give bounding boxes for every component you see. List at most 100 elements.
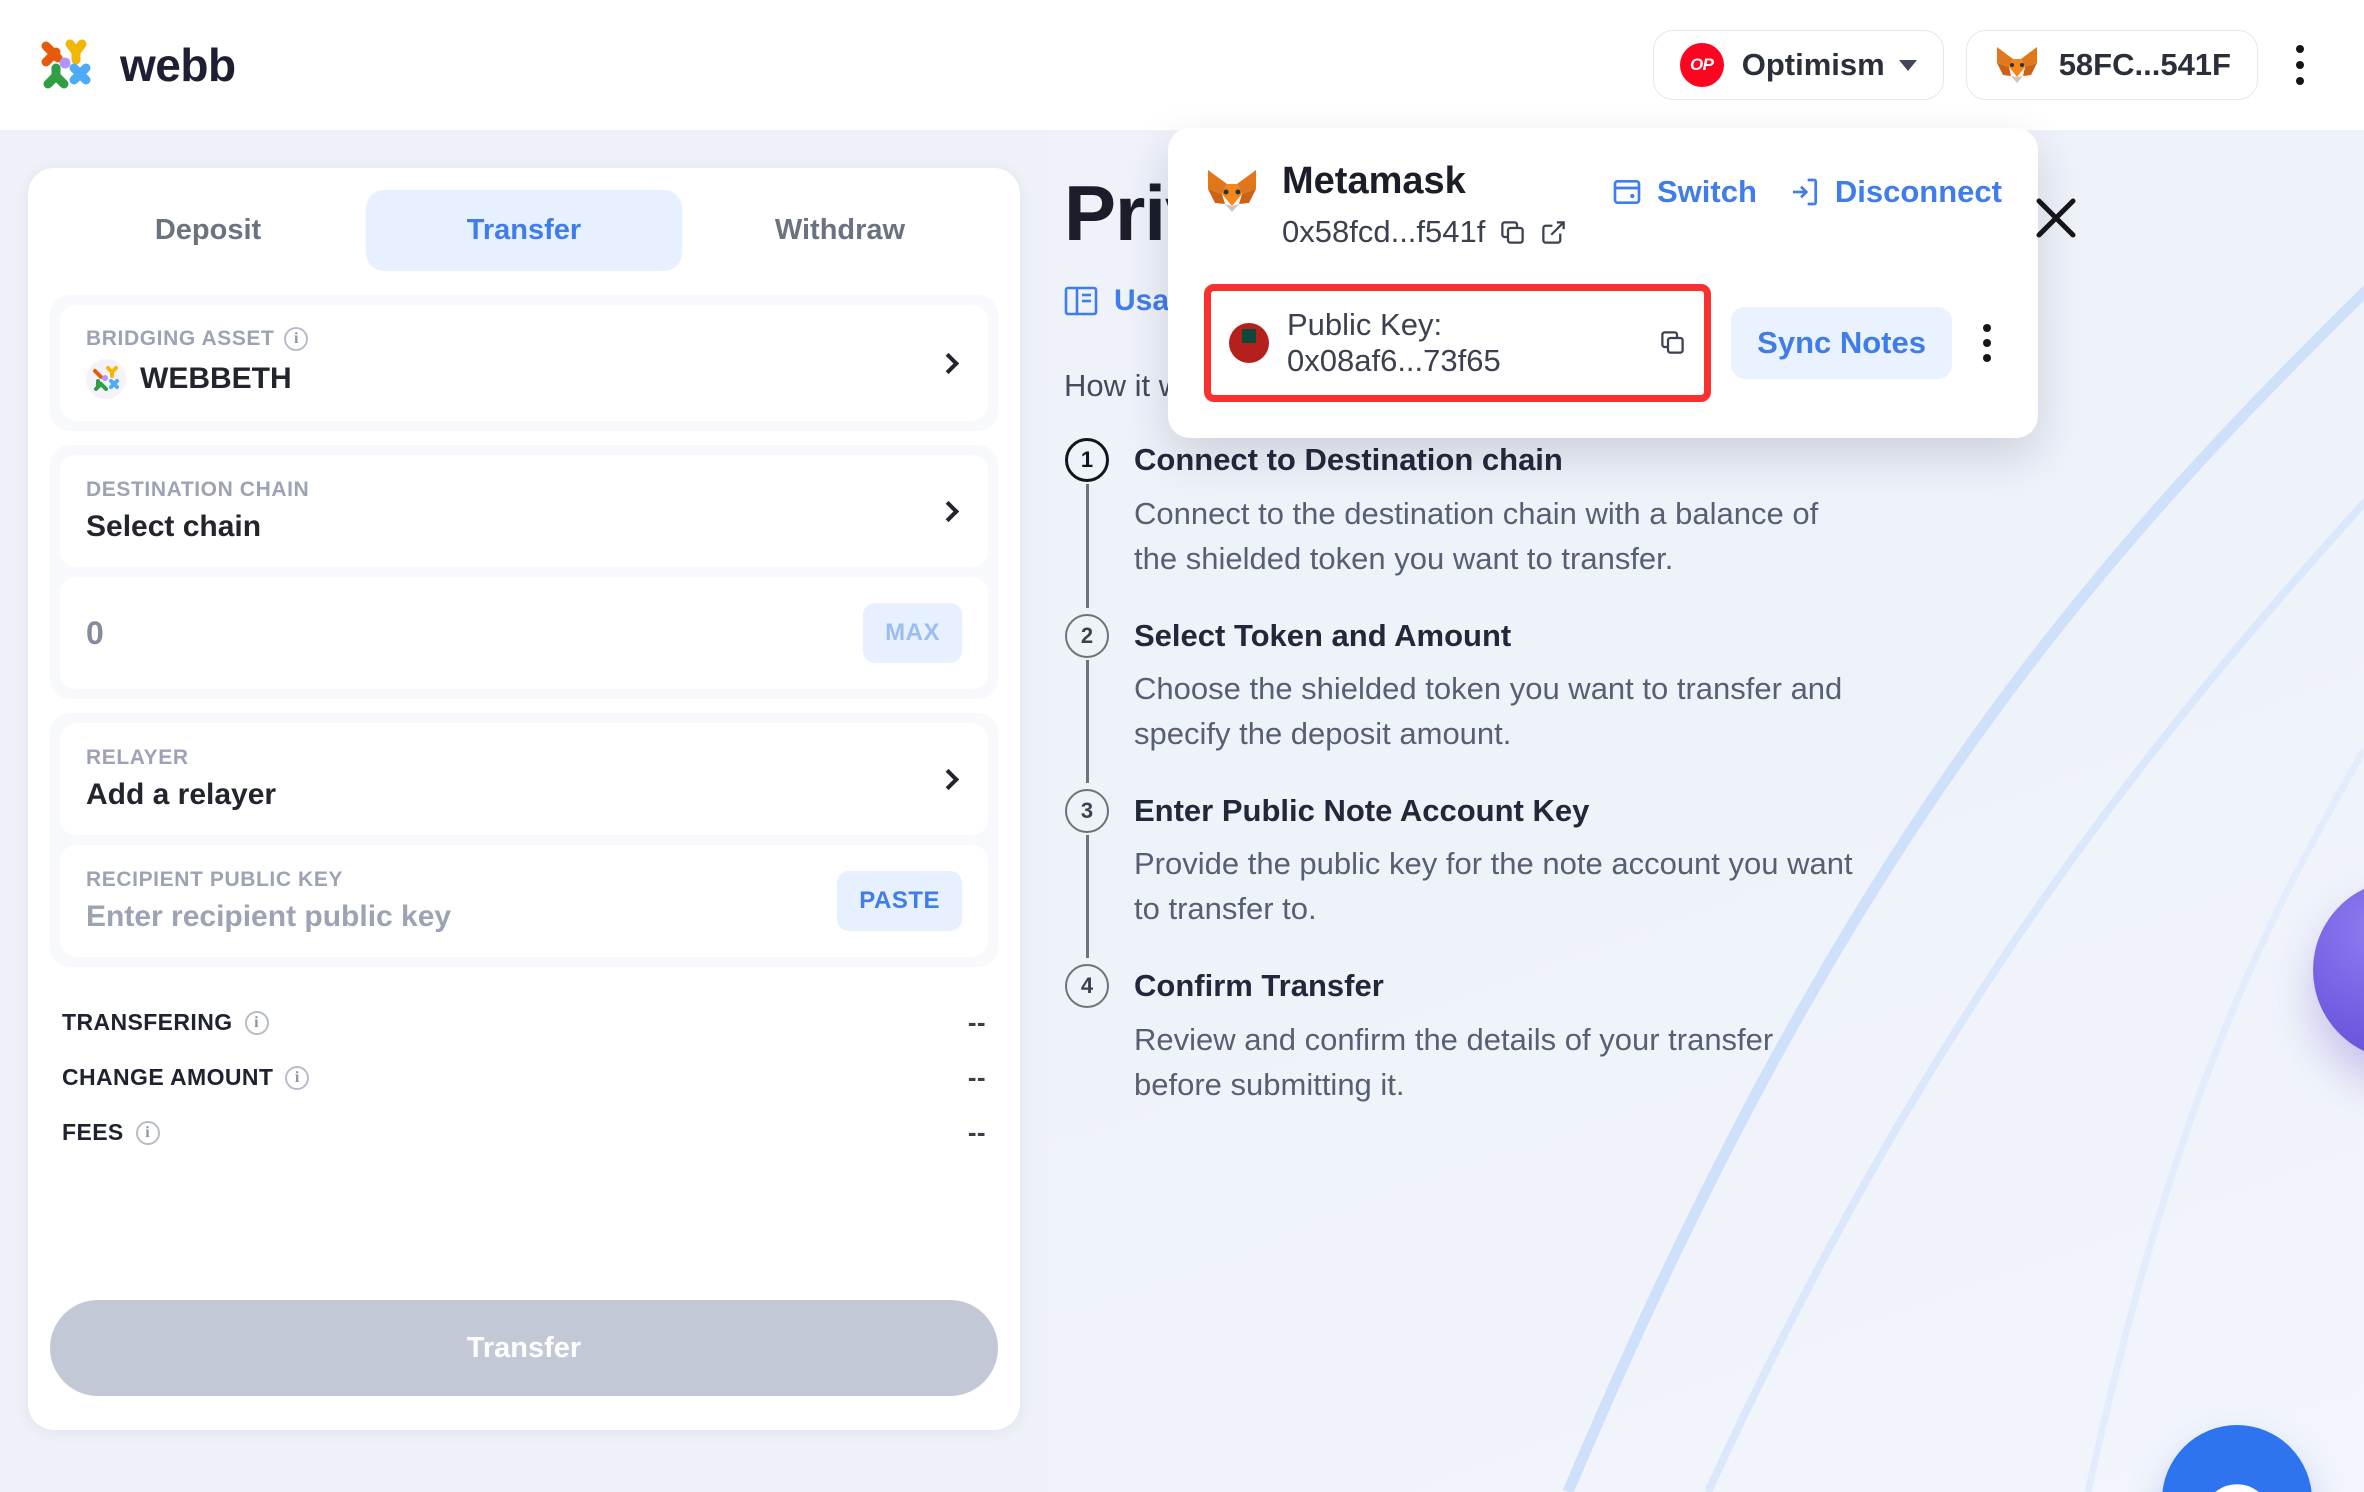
summary-value: --	[967, 1062, 986, 1092]
step-desc: Connect to the destination chain with a …	[1134, 495, 1819, 576]
wallet-button[interactable]: 58FC...541F	[1965, 30, 2258, 100]
summary-label: CHANGE AMOUNT	[62, 1064, 274, 1090]
info-icon[interactable]: i	[244, 1010, 269, 1035]
header-actions: OP Optimism 58FC...541F	[1652, 30, 2320, 100]
summary-label: FEES	[62, 1119, 124, 1145]
step-rail: 4	[1064, 964, 1110, 1133]
wallet-dropdown-header: Metamask 0x58fcd...f541f Switch Disconne…	[1204, 160, 2002, 250]
blue-coin-icon	[2162, 1425, 2312, 1492]
destination-chain-value: Select chain	[86, 510, 262, 543]
switch-label: Switch	[1656, 174, 1757, 209]
wallet-dropdown-actions: Switch Disconnect	[1611, 162, 2002, 210]
wallet-switch-icon	[1611, 176, 1643, 208]
amount-field[interactable]: 0 MAX	[60, 577, 988, 689]
webb-token-icon	[86, 359, 126, 399]
summary-value: --	[967, 1007, 986, 1037]
webb-logo-icon	[34, 32, 100, 98]
sync-notes-button[interactable]: Sync Notes	[1731, 306, 1952, 379]
summary-row-change-amount: CHANGE AMOUNT i --	[62, 1050, 986, 1105]
step-title: Select Token and Amount	[1134, 617, 1512, 653]
wallet-address-label: 58FC...541F	[2058, 47, 2231, 82]
brand[interactable]: webb	[34, 32, 236, 98]
public-key-row: Public Key: 0x08af6...73f65 Sync Notes	[1204, 283, 2002, 402]
wallet-dropdown: Metamask 0x58fcd...f541f Switch Disconne…	[1168, 128, 2038, 438]
network-label: Optimism	[1741, 47, 1885, 82]
tab-withdraw[interactable]: Withdraw	[682, 190, 998, 271]
switch-wallet-button[interactable]: Switch	[1611, 174, 1757, 210]
step-desc: Choose the shielded token you want to tr…	[1134, 671, 1843, 752]
wallet-address-row: 0x58fcd...f541f	[1282, 214, 1567, 250]
amount-input[interactable]: 0	[86, 615, 104, 652]
disconnect-button[interactable]: Disconnect	[1789, 174, 2002, 210]
chevron-right-icon	[937, 352, 960, 374]
bridge-panel: Deposit Transfer Withdraw BRIDGING ASSET…	[0, 130, 1048, 1492]
chevron-right-icon	[937, 768, 960, 790]
relayer-recipient-group: RELAYER Add a relayer RECIPIENT PUBLIC K…	[50, 713, 998, 967]
step-item: 4 Confirm Transfer Review and confirm th…	[1064, 964, 1864, 1139]
app-root: webb OP Optimism 58FC...541F Deposit Tra…	[0, 0, 2364, 1492]
disconnect-label: Disconnect	[1834, 174, 2002, 209]
kebab-menu-icon[interactable]	[2280, 30, 2320, 100]
recipient-label: RECIPIENT PUBLIC KEY	[86, 868, 344, 891]
copy-icon[interactable]	[1499, 218, 1526, 245]
step-connector	[1085, 484, 1089, 608]
relayer-label: RELAYER	[86, 746, 189, 769]
wallet-address: 0x58fcd...f541f	[1282, 213, 1486, 249]
network-selector[interactable]: OP Optimism	[1652, 30, 1944, 100]
step-desc: Provide the public key for the note acco…	[1134, 846, 1853, 927]
paste-button[interactable]: PASTE	[837, 871, 962, 931]
summary-value: --	[967, 1117, 986, 1147]
destination-amount-group: DESTINATION CHAIN Select chain 0 MAX	[50, 445, 998, 699]
transfer-summary: TRANSFERING i -- CHANGE AMOUNT i -- FEES…	[50, 981, 998, 1160]
summary-row-fees: FEES i --	[62, 1105, 986, 1160]
chevron-right-icon	[937, 500, 960, 522]
bridging-asset-group: BRIDGING ASSET i WEBBETH	[50, 295, 998, 431]
step-number: 2	[1065, 613, 1109, 658]
step-number: 1	[1065, 438, 1109, 483]
bridging-asset-field[interactable]: BRIDGING ASSET i WEBBETH	[60, 305, 988, 421]
relayer-field[interactable]: RELAYER Add a relayer	[60, 723, 988, 835]
public-key-highlight-box[interactable]: Public Key: 0x08af6...73f65	[1204, 283, 1712, 402]
step-item: 2 Select Token and Amount Choose the shi…	[1064, 613, 1864, 789]
how-it-works-steps: 1 Connect to Destination chain Connect t…	[1064, 438, 1864, 1139]
bridge-card: Deposit Transfer Withdraw BRIDGING ASSET…	[28, 168, 1020, 1430]
step-item: 3 Enter Public Note Account Key Provide …	[1064, 789, 1864, 964]
info-icon[interactable]: i	[284, 327, 309, 351]
bridging-asset-value: WEBBETH	[140, 362, 292, 395]
identicon-avatar	[1229, 322, 1269, 363]
summary-row-transfering: TRANSFERING i --	[62, 995, 986, 1050]
recipient-input[interactable]: Enter recipient public key	[86, 900, 451, 934]
tab-transfer[interactable]: Transfer	[366, 190, 682, 271]
step-number: 4	[1065, 964, 1109, 1009]
brand-name: webb	[120, 39, 236, 91]
step-rail: 2	[1064, 613, 1110, 783]
copy-icon[interactable]	[1659, 329, 1686, 356]
step-title: Enter Public Note Account Key	[1134, 793, 1590, 828]
optimism-badge-icon: OP	[1679, 43, 1724, 87]
bridging-asset-label: BRIDGING ASSET i	[86, 327, 309, 351]
wallet-name: Metamask	[1282, 160, 1466, 202]
step-connector	[1085, 835, 1089, 959]
max-button[interactable]: MAX	[863, 603, 962, 663]
info-icon[interactable]: i	[135, 1120, 160, 1145]
logout-icon	[1789, 176, 1821, 208]
close-icon[interactable]	[2028, 190, 2084, 246]
kebab-menu-icon[interactable]	[1972, 323, 2002, 362]
step-title: Confirm Transfer	[1134, 968, 1384, 1004]
app-header: webb OP Optimism 58FC...541F	[0, 0, 2364, 130]
summary-label: TRANSFERING	[62, 1009, 233, 1035]
wallet-identity: Metamask 0x58fcd...f541f	[1204, 160, 1567, 250]
step-desc: Review and confirm the details of your t…	[1134, 1021, 1774, 1102]
chevron-down-icon	[1898, 59, 1917, 71]
destination-chain-field[interactable]: DESTINATION CHAIN Select chain	[60, 455, 988, 567]
recipient-field[interactable]: RECIPIENT PUBLIC KEY Enter recipient pub…	[60, 845, 988, 957]
metamask-fox-icon	[1204, 166, 1260, 216]
transfer-button[interactable]: Transfer	[50, 1300, 998, 1396]
step-number: 3	[1065, 789, 1109, 833]
metamask-fox-icon	[1993, 43, 2041, 87]
step-connector	[1085, 659, 1089, 783]
public-key-text: Public Key: 0x08af6...73f65	[1287, 306, 1501, 378]
info-icon[interactable]: i	[285, 1065, 310, 1090]
external-link-icon[interactable]	[1540, 218, 1567, 245]
tab-deposit[interactable]: Deposit	[50, 190, 366, 271]
